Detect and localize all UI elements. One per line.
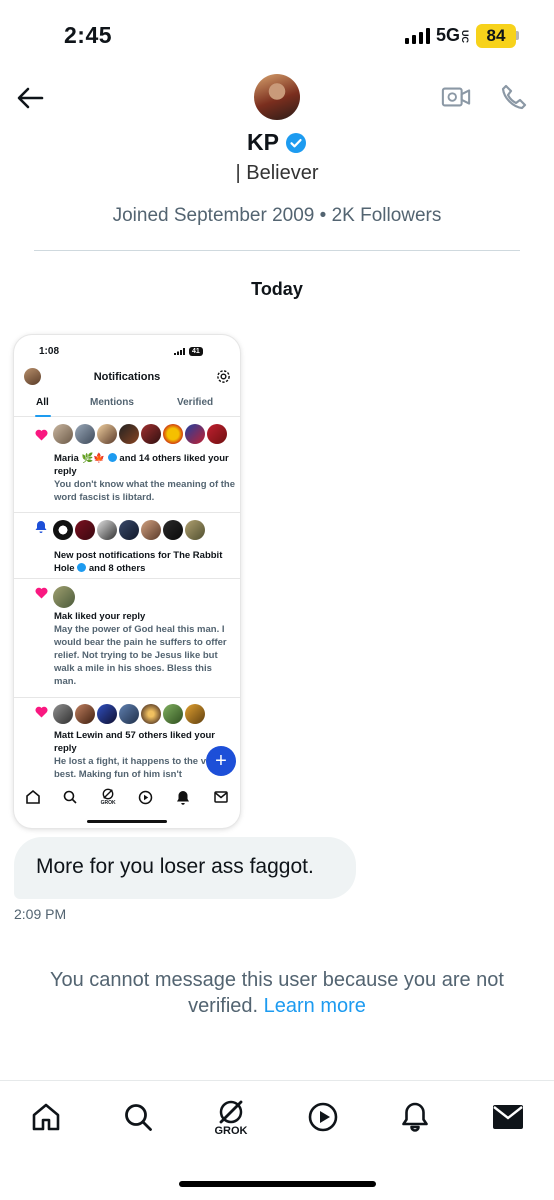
nav-grok[interactable]: GROK — [210, 1097, 252, 1137]
profile-name-row[interactable]: KP — [0, 129, 554, 156]
message-timestamp: 2:09 PM — [14, 906, 67, 922]
message-image[interactable]: 1:08 41 Notifications All Mentions Verif… — [14, 335, 240, 828]
profile-bio: | Believer — [235, 162, 319, 184]
gear-icon — [217, 370, 230, 383]
status-time: 2:45 — [64, 22, 113, 48]
heart-icon — [35, 706, 48, 718]
image-notification-text: Mak liked your reply May the power of Go… — [54, 611, 227, 687]
heart-icon — [35, 429, 48, 441]
battery-indicator: 84 — [476, 24, 516, 48]
back-arrow-icon — [17, 87, 44, 109]
image-bottom-nav: GROK — [14, 782, 240, 812]
video-call-button[interactable] — [441, 82, 471, 112]
play-icon — [308, 1102, 338, 1132]
image-notification: New post notifications for The Rabbit Ho… — [14, 514, 240, 579]
nav-search[interactable] — [118, 1097, 158, 1137]
phone-call-button[interactable] — [499, 82, 529, 112]
grok-icon: GROK — [99, 788, 117, 806]
image-notification-text: Maria 🌿🍁 and 14 others liked your reply … — [54, 453, 235, 503]
image-tabs: All Mentions Verified — [14, 397, 240, 417]
status-bar: 2:45 5GUC 84 — [0, 0, 554, 72]
home-icon — [32, 1103, 60, 1131]
nav-home[interactable] — [26, 1097, 66, 1137]
image-status-icons: 41 — [174, 347, 203, 356]
bell-icon — [402, 1102, 428, 1132]
nav-notifications[interactable] — [395, 1097, 435, 1137]
learn-more-link[interactable]: Learn more — [264, 995, 366, 1017]
verified-badge-icon — [285, 132, 306, 153]
mail-icon — [493, 1105, 523, 1129]
home-icon — [24, 788, 42, 806]
video-call-icon — [441, 87, 471, 107]
image-tab-all: All — [36, 397, 49, 408]
signal-icon — [405, 28, 430, 44]
search-icon — [61, 788, 79, 806]
grok-icon — [219, 1100, 243, 1124]
image-avatar-row — [53, 704, 205, 724]
day-separator: Today — [251, 279, 303, 299]
image-avatar-row — [53, 586, 75, 608]
image-tab-underline — [35, 415, 51, 417]
profile-joined-followers: Joined September 2009 • 2K Followers — [112, 205, 442, 226]
image-compose-button: + — [206, 746, 236, 776]
image-tab-verified: Verified — [177, 397, 214, 408]
bell-icon — [35, 521, 47, 533]
image-title: Notifications — [93, 371, 161, 383]
image-tab-mentions: Mentions — [90, 397, 134, 408]
heart-icon — [35, 587, 48, 599]
message-text: More for you loser ass faggot. — [36, 855, 314, 878]
image-notification-text: New post notifications for The Rabbit Ho… — [54, 550, 223, 574]
image-status-time: 1:08 — [39, 346, 60, 357]
home-indicator — [179, 1181, 376, 1187]
image-notification: Matt Lewin and 57 others liked your repl… — [14, 699, 240, 780]
cannot-message-notice: You cannot message this user because you… — [20, 967, 534, 1019]
image-notification: Maria 🌿🍁 and 14 others liked your reply … — [14, 422, 240, 513]
bell-icon — [174, 788, 192, 806]
profile-name: KP — [247, 129, 279, 155]
mail-icon — [212, 788, 230, 806]
message-bubble[interactable]: More for you loser ass faggot. — [14, 837, 356, 899]
image-avatar-row — [53, 424, 227, 444]
phone-icon — [501, 84, 527, 110]
profile-avatar[interactable] — [254, 74, 300, 120]
header-actions — [441, 82, 529, 112]
image-home-indicator — [87, 820, 167, 823]
network-label: 5GUC — [436, 25, 471, 45]
search-icon — [125, 1104, 152, 1131]
play-icon — [137, 788, 155, 806]
image-notification: Mak liked your reply May the power of Go… — [14, 580, 240, 698]
image-battery: 41 — [189, 347, 203, 356]
back-button[interactable] — [12, 80, 48, 116]
grok-label: GROK — [214, 1125, 248, 1137]
nav-video[interactable] — [303, 1097, 343, 1137]
divider — [34, 250, 520, 251]
battery-tip — [516, 31, 519, 40]
image-avatar-row — [53, 520, 205, 540]
nav-messages[interactable] — [488, 1097, 528, 1137]
image-grok-label: GROK — [100, 800, 116, 806]
